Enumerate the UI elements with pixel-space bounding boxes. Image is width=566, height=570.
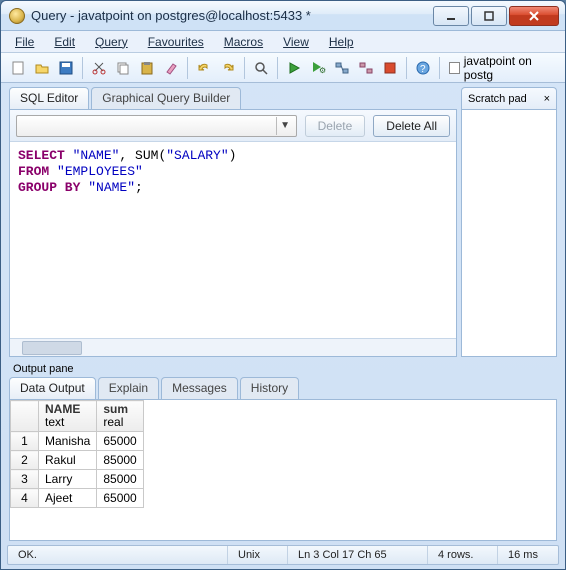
row-number: 4 bbox=[11, 489, 39, 508]
paste-icon[interactable] bbox=[136, 56, 158, 80]
tab-data-output[interactable]: Data Output bbox=[9, 377, 96, 399]
menu-view[interactable]: View bbox=[275, 33, 317, 51]
menu-favourites[interactable]: Favourites bbox=[140, 33, 212, 51]
menu-query[interactable]: Query bbox=[87, 33, 136, 51]
cell-sum[interactable]: 65000 bbox=[97, 489, 143, 508]
open-icon[interactable] bbox=[31, 56, 53, 80]
cell-sum[interactable]: 85000 bbox=[97, 470, 143, 489]
col-header-sum[interactable]: sumreal bbox=[97, 401, 143, 432]
close-button[interactable] bbox=[509, 6, 559, 26]
toolbar: ⚙ ? javatpoint on postg bbox=[1, 53, 565, 83]
clear-icon[interactable] bbox=[160, 56, 182, 80]
undo-icon[interactable] bbox=[193, 56, 215, 80]
scratch-close-icon[interactable]: × bbox=[544, 93, 550, 105]
menu-file[interactable]: File bbox=[7, 33, 42, 51]
table-row[interactable]: 2 Rakul 85000 bbox=[11, 451, 144, 470]
tab-history[interactable]: History bbox=[240, 377, 299, 399]
tab-graphical-query-builder[interactable]: Graphical Query Builder bbox=[91, 87, 241, 109]
statusbar: OK. Unix Ln 3 Col 17 Ch 65 4 rows. 16 ms bbox=[7, 545, 559, 565]
cancel-icon[interactable] bbox=[379, 56, 401, 80]
menu-edit[interactable]: Edit bbox=[46, 33, 83, 51]
explain-analyze-icon[interactable] bbox=[355, 56, 377, 80]
table-row[interactable]: 3 Larry 85000 bbox=[11, 470, 144, 489]
new-icon[interactable] bbox=[7, 56, 29, 80]
execute-pgscript-icon[interactable]: ⚙ bbox=[307, 56, 329, 80]
cell-sum[interactable]: 85000 bbox=[97, 451, 143, 470]
scratch-pad-area[interactable] bbox=[461, 109, 557, 357]
cut-icon[interactable] bbox=[88, 56, 110, 80]
cell-sum[interactable]: 65000 bbox=[97, 432, 143, 451]
help-icon[interactable]: ? bbox=[412, 56, 434, 80]
connection-label: javatpoint on postg bbox=[464, 54, 555, 82]
table-row[interactable]: 4 Ajeet 65000 bbox=[11, 489, 144, 508]
save-icon[interactable] bbox=[55, 56, 77, 80]
cell-name[interactable]: Larry bbox=[39, 470, 97, 489]
svg-text:⚙: ⚙ bbox=[319, 66, 326, 75]
status-message: OK. bbox=[8, 546, 228, 564]
horizontal-scrollbar[interactable] bbox=[10, 338, 456, 356]
sql-editor-panel: ▼ Delete Delete All SELECT "NAME", SUM("… bbox=[9, 109, 457, 357]
connection-checkbox-icon[interactable] bbox=[449, 62, 460, 74]
cell-name[interactable]: Ajeet bbox=[39, 489, 97, 508]
scratch-pad-title: Scratch pad bbox=[468, 93, 527, 105]
explain-icon[interactable] bbox=[331, 56, 353, 80]
menubar: File Edit Query Favourites Macros View H… bbox=[1, 31, 565, 53]
chevron-down-icon: ▼ bbox=[276, 117, 294, 135]
output-pane-title: Output pane bbox=[9, 361, 557, 377]
copy-icon[interactable] bbox=[112, 56, 134, 80]
app-window: Query - javatpoint on postgres@localhost… bbox=[0, 0, 566, 570]
cell-name[interactable]: Manisha bbox=[39, 432, 97, 451]
corner-cell bbox=[11, 401, 39, 432]
status-cursor-position: Ln 3 Col 17 Ch 65 bbox=[288, 546, 428, 564]
menu-help[interactable]: Help bbox=[321, 33, 362, 51]
sql-textarea[interactable]: SELECT "NAME", SUM("SALARY") FROM "EMPLO… bbox=[10, 142, 456, 338]
redo-icon[interactable] bbox=[217, 56, 239, 80]
row-number: 2 bbox=[11, 451, 39, 470]
grid-header-row: NAMEtext sumreal bbox=[11, 401, 144, 432]
window-controls bbox=[433, 6, 559, 26]
svg-text:?: ? bbox=[420, 64, 426, 75]
find-icon[interactable] bbox=[250, 56, 272, 80]
row-number: 3 bbox=[11, 470, 39, 489]
output-tabs: Data Output Explain Messages History bbox=[9, 377, 557, 399]
history-combo[interactable]: ▼ bbox=[16, 115, 297, 137]
app-icon bbox=[9, 8, 25, 24]
cell-name[interactable]: Rakul bbox=[39, 451, 97, 470]
row-number: 1 bbox=[11, 432, 39, 451]
titlebar: Query - javatpoint on postgres@localhost… bbox=[1, 1, 565, 31]
menu-macros[interactable]: Macros bbox=[216, 33, 271, 51]
editor-tabs: SQL Editor Graphical Query Builder bbox=[9, 87, 457, 109]
delete-all-button[interactable]: Delete All bbox=[373, 115, 450, 137]
tab-sql-editor[interactable]: SQL Editor bbox=[9, 87, 89, 109]
minimize-button[interactable] bbox=[433, 6, 469, 26]
window-title: Query - javatpoint on postgres@localhost… bbox=[31, 8, 433, 23]
tab-explain[interactable]: Explain bbox=[98, 377, 159, 399]
delete-button[interactable]: Delete bbox=[305, 115, 366, 137]
scratch-pad-header: Scratch pad × bbox=[461, 87, 557, 109]
execute-icon[interactable] bbox=[283, 56, 305, 80]
connection-indicator[interactable]: javatpoint on postg bbox=[445, 54, 559, 82]
status-encoding: Unix bbox=[228, 546, 288, 564]
table-row[interactable]: 1 Manisha 65000 bbox=[11, 432, 144, 451]
status-row-count: 4 rows. bbox=[428, 546, 498, 564]
data-output-grid[interactable]: NAMEtext sumreal 1 Manisha 65000 2 Rakul… bbox=[9, 399, 557, 541]
col-header-name[interactable]: NAMEtext bbox=[39, 401, 97, 432]
tab-messages[interactable]: Messages bbox=[161, 377, 238, 399]
maximize-button[interactable] bbox=[471, 6, 507, 26]
status-duration: 16 ms bbox=[498, 546, 558, 564]
